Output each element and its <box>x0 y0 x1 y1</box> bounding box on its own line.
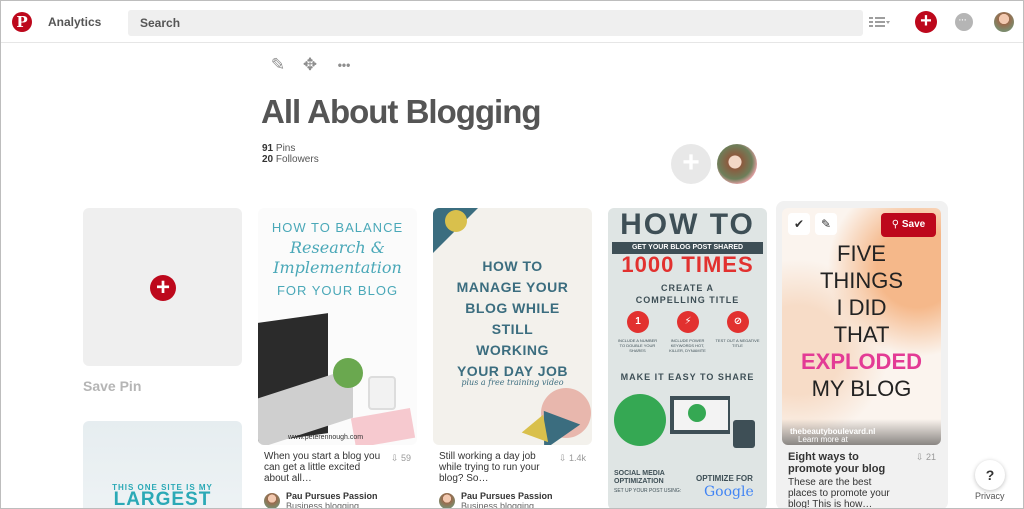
privacy-link[interactable]: Privacy <box>975 491 1005 501</box>
pin-image[interactable]: FIVE THINGS I DID THAT EXPLODED MY BLOG … <box>782 208 941 445</box>
chat-icon[interactable] <box>955 13 973 31</box>
circle-graphic <box>445 210 467 232</box>
pin-image-text: CREATE A COMPELLING TITLE <box>635 283 740 305</box>
pinterest-board-page: P Analytics + ✎ ✥ ••• All About Blogging… <box>0 0 1024 509</box>
pin-card-largest[interactable]: THIS ONE SITE IS MY LARGEST <box>83 421 242 509</box>
pin-image-text: SET UP YOUR POST USING: <box>614 488 682 494</box>
pin-image[interactable]: HOW TO GET YOUR BLOG POST SHARED 1000 TI… <box>608 208 767 508</box>
phone-graphic <box>733 420 755 448</box>
author-avatar <box>439 493 455 508</box>
pin-image-text: SOCIAL MEDIA OPTIMIZATION <box>614 470 665 485</box>
share-circle-graphic <box>614 394 666 446</box>
author-name: Pau Pursues Passion <box>461 491 553 501</box>
pin-image-text: FIVE THINGS I DID THAT EXPLODED MY BLOG <box>800 241 923 401</box>
pin-image-text: HOW TO <box>620 208 755 241</box>
help-button[interactable]: ? <box>975 460 1005 490</box>
save-pin-card[interactable]: + <box>83 208 242 366</box>
repin-count: ⇩ 59 <box>390 453 411 463</box>
pin-image-text: HOW TO MANAGE YOUR BLOG WHILE STILL WORK… <box>456 258 569 379</box>
view-menu-icon[interactable] <box>869 16 891 28</box>
pin-card-hovered[interactable]: FIVE THINGS I DID THAT EXPLODED MY BLOG … <box>776 201 948 509</box>
pin-image-subtitle: plus a free training video <box>461 378 564 387</box>
share-icon <box>688 404 706 422</box>
add-collaborator-button[interactable]: + <box>671 144 711 184</box>
profile-avatar[interactable] <box>994 12 1014 32</box>
pin-image-text: FOR YOUR BLOG <box>276 283 399 298</box>
pin-image[interactable]: HOW TO BALANCE Research & Implementation… <box>258 208 417 445</box>
save-pin-button[interactable]: ⚲ Save <box>881 213 936 237</box>
board-name: Business blogging <box>286 501 360 509</box>
pin-image-text: Research & <box>290 238 385 257</box>
more-options-icon[interactable]: ••• <box>333 56 355 74</box>
pin-image-small-text: INCLUDE A NUMBER TO DOUBLE YOUR SHARES <box>617 338 658 353</box>
top-navigation-bar: P Analytics + <box>1 1 1023 43</box>
board-title: All About Blogging <box>261 93 542 130</box>
pin-image-text: Implementation <box>273 258 402 277</box>
pin-description: When you start a blog you can get a litt… <box>264 451 381 484</box>
collaborator-avatar[interactable] <box>717 144 757 184</box>
author-avatar <box>264 493 280 508</box>
google-logo: Google <box>704 484 754 500</box>
plant-graphic <box>333 358 363 388</box>
analytics-link[interactable]: Analytics <box>48 15 101 29</box>
board-name: Business blogging <box>461 501 535 509</box>
pin-image-text: LARGEST <box>113 489 212 509</box>
search-input[interactable] <box>128 10 863 36</box>
edit-pin-icon[interactable]: ✎ <box>815 213 837 235</box>
number-one-icon: 1 <box>627 311 649 333</box>
author-name: Pau Pursues Passion <box>286 491 378 501</box>
pin-image-text: OPTIMIZE FOR <box>696 474 753 483</box>
cup-graphic <box>368 376 396 410</box>
edit-board-icon[interactable]: ✎ <box>269 56 287 74</box>
lightning-icon: ⚡ <box>677 311 699 333</box>
followers-stat[interactable]: 20 Followers <box>262 154 319 165</box>
pin-image-text: MAKE IT EASY TO SHARE <box>620 372 755 382</box>
pin-image[interactable]: HOW TO MANAGE YOUR BLOG WHILE STILL WORK… <box>433 208 592 445</box>
check-icon[interactable]: ✔ <box>788 213 810 235</box>
add-pin-button[interactable]: + <box>915 11 937 33</box>
pinterest-logo[interactable]: P <box>12 12 32 32</box>
plus-icon: + <box>150 275 176 301</box>
save-pin-label[interactable]: Save Pin <box>83 378 141 394</box>
pin-title: Eight ways to promote your blog <box>788 451 886 475</box>
pin-description: Still working a day job while trying to … <box>439 451 540 484</box>
pin-icon: ⚲ <box>891 219 900 230</box>
pin-image-url: www.peterennough.com <box>288 434 364 441</box>
pin-image-small-text: TEST OUT A NEGATIVE TITLE <box>715 338 760 348</box>
pin-image-text: 1000 TIMES <box>621 252 754 277</box>
pin-source-link[interactable]: Learn more at thebeautyboulevard.nl <box>782 419 941 445</box>
repin-count: ⇩ 1.4k <box>558 453 586 463</box>
pin-image-small-text: INCLUDE POWER KEYWORDS HOT, KILLER, DYNA… <box>669 338 706 353</box>
board-stats: 91 Pins 20 Followers <box>262 143 319 165</box>
move-board-icon[interactable]: ✥ <box>301 56 319 74</box>
repin-count: ⇩ 21 <box>915 452 936 462</box>
pin-image-text: HOW TO BALANCE <box>271 220 404 235</box>
pins-stat[interactable]: 91 Pins <box>262 143 319 154</box>
no-icon: ⊘ <box>727 311 749 333</box>
pin-description: These are the best places to promote you… <box>788 477 890 509</box>
